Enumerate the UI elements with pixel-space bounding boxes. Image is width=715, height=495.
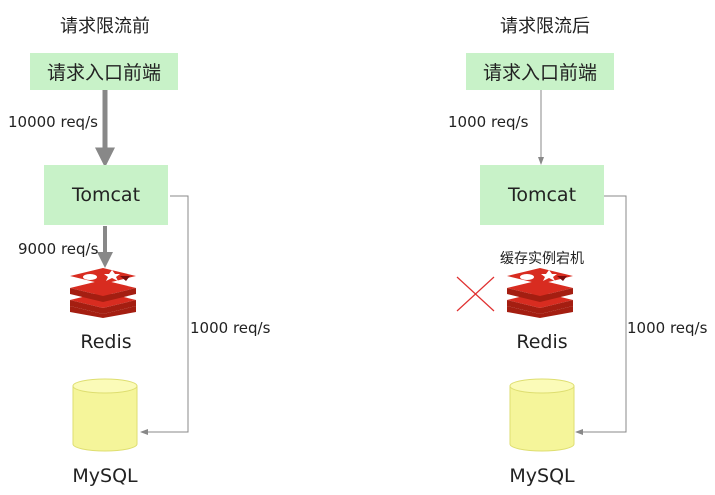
- red-cross-icon: [456, 276, 495, 312]
- right-redis-label: Redis: [516, 331, 568, 353]
- right-rate-tomcat-mysql: 1000 req/s: [627, 319, 708, 337]
- right-tomcat-box: Tomcat: [480, 165, 604, 225]
- left-frontend-box: 请求入口前端: [30, 53, 178, 90]
- left-redis-label: Redis: [80, 331, 132, 353]
- right-rate-frontend-tomcat: 1000 req/s: [448, 113, 529, 131]
- mysql-cylinder-icon: [72, 378, 138, 452]
- left-mysql-label: MySQL: [72, 465, 138, 487]
- redis-logo-icon: [70, 268, 136, 318]
- cache-down-note: 缓存实例宕机: [500, 251, 584, 267]
- right-title: 请求限流后: [500, 16, 590, 37]
- mysql-cylinder-icon: [509, 378, 575, 452]
- left-rate-frontend-tomcat: 10000 req/s: [8, 113, 98, 131]
- right-frontend-box: 请求入口前端: [466, 53, 614, 90]
- redis-logo-icon: [507, 268, 573, 318]
- left-rate-tomcat-mysql: 1000 req/s: [190, 319, 271, 337]
- left-title: 请求限流前: [60, 16, 150, 37]
- right-arrow-tomcat-mysql: [575, 195, 627, 435]
- left-rate-tomcat-redis: 9000 req/s: [18, 240, 99, 258]
- right-mysql-label: MySQL: [509, 465, 575, 487]
- left-tomcat-box: Tomcat: [44, 165, 168, 225]
- left-arrow-tomcat-mysql: [140, 195, 189, 435]
